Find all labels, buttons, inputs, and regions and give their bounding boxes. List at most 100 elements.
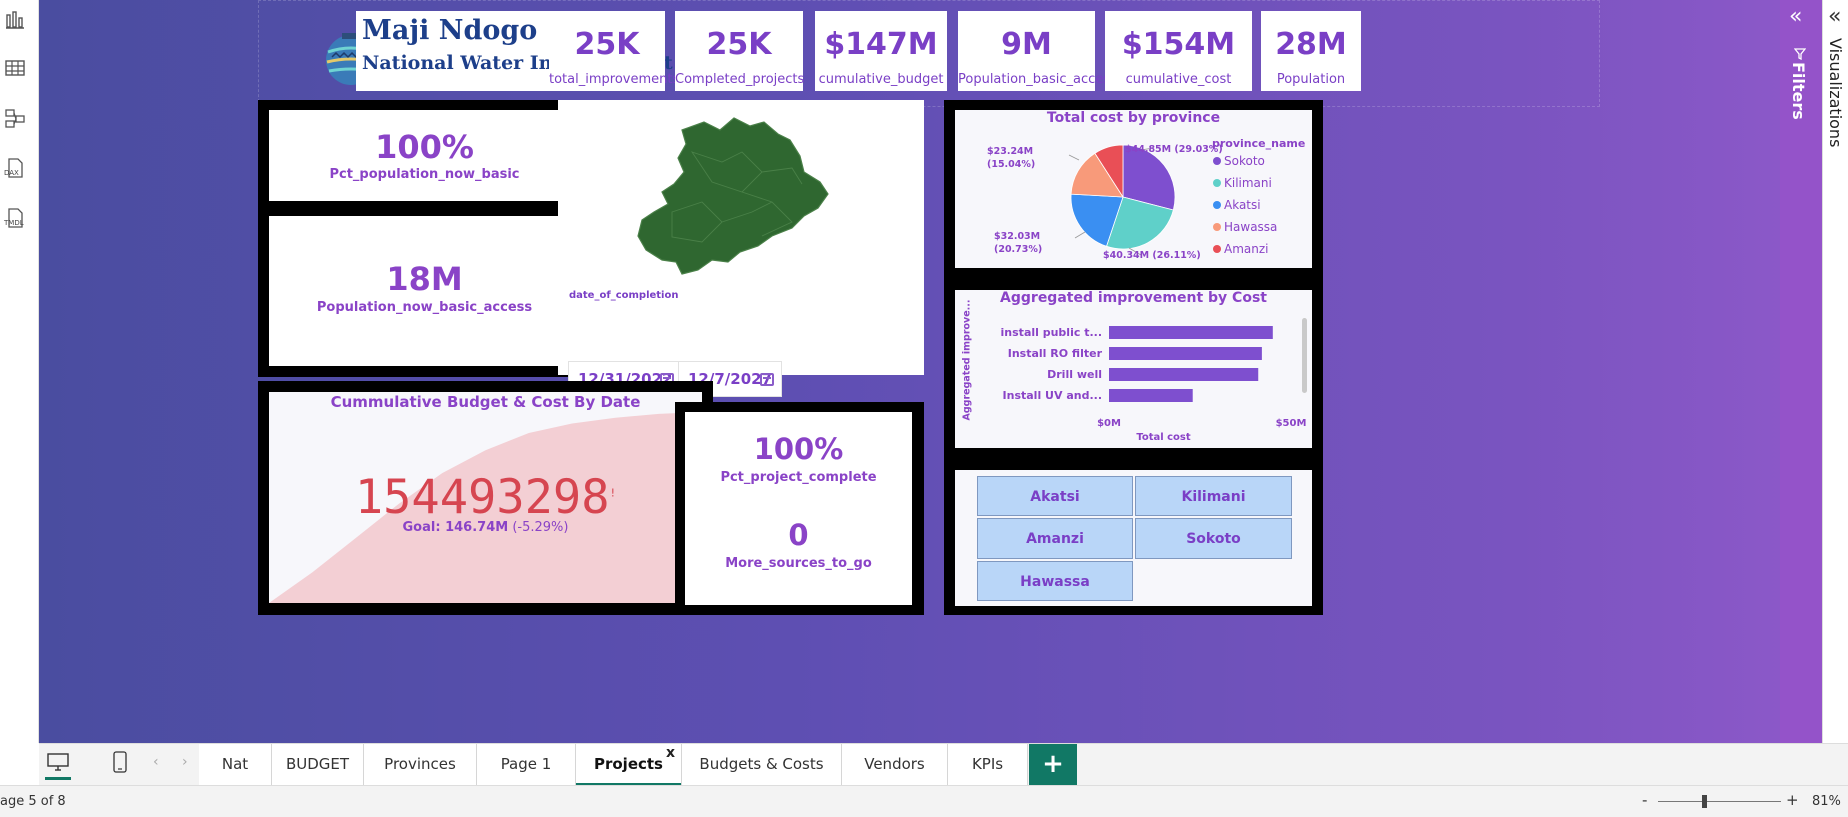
visualizations-label[interactable]: Visualizations xyxy=(1826,38,1845,147)
pie-leader-line xyxy=(1074,231,1086,239)
zoom-level: 81% xyxy=(1812,794,1841,809)
legend-dot-icon xyxy=(1213,245,1221,253)
kpi-card-population-basic-access[interactable]: 9M Population_basic_access xyxy=(958,11,1117,91)
tab-provinces[interactable]: Provinces xyxy=(364,744,477,786)
filters-label[interactable]: Filters xyxy=(1789,62,1808,120)
kpi-value: 25K xyxy=(574,27,640,62)
card-pct-population[interactable]: 100% Pct_population_now_basic xyxy=(269,110,580,201)
kpi-card-population[interactable]: 28M Population xyxy=(1261,11,1361,91)
filter-icon xyxy=(1793,45,1807,61)
cumulative-title: Cummulative Budget & Cost By Date xyxy=(330,393,641,411)
kpi-label: Population_basic_access xyxy=(958,72,1117,87)
report-canvas: Maji Ndogo National Water Improvement 25… xyxy=(39,0,1780,743)
zoom-slider-track[interactable] xyxy=(1658,801,1781,802)
tab-scroll-right-icon[interactable]: › xyxy=(182,754,188,770)
tab-budget[interactable]: BUDGET xyxy=(272,744,364,786)
status-bar: age 5 of 8 - + 81% xyxy=(0,785,1848,817)
goal-line: Goal: 146.74M (-5.29%) xyxy=(269,520,702,535)
kpi-card-cumulative-cost[interactable]: $154M cumulative_cost xyxy=(1105,11,1252,91)
bar-x-tick: $0M xyxy=(1097,418,1121,429)
pie-legend-item-akatsi[interactable]: Akatsi xyxy=(1213,198,1277,220)
pie-legend-item-sokoto[interactable]: Sokoto xyxy=(1213,154,1277,176)
pie-legend-item-amanzi[interactable]: Amanzi xyxy=(1213,242,1277,264)
page-tab-bar: ‹ › Nat BUDGET Provinces Page 1 Projects… xyxy=(39,743,1848,786)
kpi-card-cumulative-budget[interactable]: $147M cumulative_budget xyxy=(815,11,947,91)
right-pane: « Filters « Visualizations xyxy=(1780,0,1848,743)
tab-scroll-left-icon[interactable]: ‹ xyxy=(153,754,159,770)
goal-text: Goal: 146.74M xyxy=(402,520,509,535)
kpi-value: 25K xyxy=(706,27,772,62)
desktop-layout-icon[interactable] xyxy=(45,751,71,780)
desktop-layout-underline xyxy=(45,777,71,780)
province-slicer: Akatsi Kilimani Amanzi Sokoto Hawassa xyxy=(955,470,1312,606)
tab-budgets-costs[interactable]: Budgets & Costs xyxy=(682,744,842,786)
card-population-basic[interactable]: 18M Population_now_basic_access xyxy=(269,216,580,366)
goal-delta: (-5.29%) xyxy=(512,520,569,535)
legend-dot-icon xyxy=(1213,157,1221,165)
pie-chart-card[interactable]: Total cost by province $44.85M (29.03%) … xyxy=(955,110,1312,268)
pie-leader-line xyxy=(1068,154,1080,161)
bar-3[interactable] xyxy=(1109,389,1193,402)
tab-projects[interactable]: Projects x xyxy=(576,744,682,786)
pie-legend-title: province_name xyxy=(1212,137,1306,150)
mobile-layout-icon[interactable] xyxy=(112,751,128,773)
kpi-value: $147M xyxy=(824,27,938,62)
province-button-akatsi[interactable]: Akatsi xyxy=(977,476,1133,516)
bar-scrollbar[interactable] xyxy=(1302,318,1307,393)
view-switcher-rail: DAX TMDL xyxy=(0,0,39,743)
zoom-in-button[interactable]: + xyxy=(1786,791,1799,809)
card-label: Population_now_basic_access xyxy=(316,300,533,315)
kpi-label: Completed_projects xyxy=(675,72,805,87)
table-view-icon[interactable] xyxy=(4,57,26,79)
pie-legend-item-hawassa[interactable]: Hawassa xyxy=(1213,220,1277,242)
card-pct-project[interactable]: 100% Pct_project_complete 0 More_sources… xyxy=(685,412,912,605)
bar-chart-card[interactable]: Aggregated improvement by Cost Aggregate… xyxy=(955,290,1312,448)
kpi-card-completed-projects[interactable]: 25K Completed_projects xyxy=(675,11,805,91)
tmdl-view-icon[interactable]: TMDL xyxy=(4,207,26,229)
add-page-button[interactable]: + xyxy=(1029,744,1077,786)
province-button-kilimani[interactable]: Kilimani xyxy=(1135,476,1292,516)
card-label: Pct_project_complete xyxy=(720,470,877,485)
filters-pane-collapsed[interactable]: « Filters xyxy=(1780,0,1822,743)
collapse-chevron-icon[interactable]: « xyxy=(1789,4,1802,29)
model-view-icon[interactable] xyxy=(4,107,26,129)
collapse-chevron-icon[interactable]: « xyxy=(1828,4,1841,29)
legend-label: Akatsi xyxy=(1224,198,1261,212)
dax-label: DAX xyxy=(4,169,19,177)
bar-2[interactable] xyxy=(1109,368,1259,381)
dax-query-icon[interactable]: DAX xyxy=(4,157,26,179)
bar-category-label: Install RO filter xyxy=(1008,347,1103,360)
bar-0[interactable] xyxy=(1109,326,1273,339)
visualizations-pane-collapsed[interactable]: « Visualizations xyxy=(1822,0,1848,743)
kpi-label: cumulative_budget xyxy=(818,72,944,87)
tab-nat[interactable]: Nat xyxy=(199,744,272,786)
tab-page-1[interactable]: Page 1 xyxy=(477,744,576,786)
province-map[interactable] xyxy=(632,112,852,282)
tab-vendors[interactable]: Vendors xyxy=(842,744,948,786)
tmdl-label: TMDL xyxy=(4,219,24,227)
cumulative-number: 154493298 xyxy=(354,470,610,525)
card-label: Pct_population_now_basic xyxy=(329,167,520,182)
cumulative-value: 154493298! xyxy=(269,470,702,525)
close-tab-icon[interactable]: x xyxy=(666,733,675,773)
tab-kpis[interactable]: KPIs xyxy=(948,744,1028,786)
province-button-hawassa[interactable]: Hawassa xyxy=(977,561,1133,601)
kpi-label: cumulative_cost xyxy=(1125,72,1232,87)
cumulative-kpi-visual[interactable]: Cummulative Budget & Cost By Date 154493… xyxy=(269,392,702,603)
zoom-slider-thumb[interactable] xyxy=(1702,795,1707,808)
province-button-sokoto[interactable]: Sokoto xyxy=(1135,518,1292,559)
legend-dot-icon xyxy=(1213,179,1221,187)
kpi-card-total-improvements[interactable]: 25K total_improvements xyxy=(549,11,679,91)
report-view-icon[interactable] xyxy=(4,9,26,31)
zoom-out-button[interactable]: - xyxy=(1642,791,1647,809)
province-button-amanzi[interactable]: Amanzi xyxy=(977,518,1133,559)
pie-legend: Sokoto Kilimani Akatsi Hawassa Amanzi xyxy=(1213,154,1277,264)
pie-legend-item-kilimani[interactable]: Kilimani xyxy=(1213,176,1277,198)
bar-1[interactable] xyxy=(1109,347,1262,360)
card-value: 100% xyxy=(753,432,844,466)
calendar-icon[interactable] xyxy=(760,373,774,386)
pie-label-akatsi-pct: (20.73%) xyxy=(994,244,1043,255)
card-label-more-sources: More_sources_to_go xyxy=(725,556,872,571)
card-value-more-sources: 0 xyxy=(788,518,809,552)
pie-label-akatsi: $32.03M xyxy=(994,231,1041,242)
